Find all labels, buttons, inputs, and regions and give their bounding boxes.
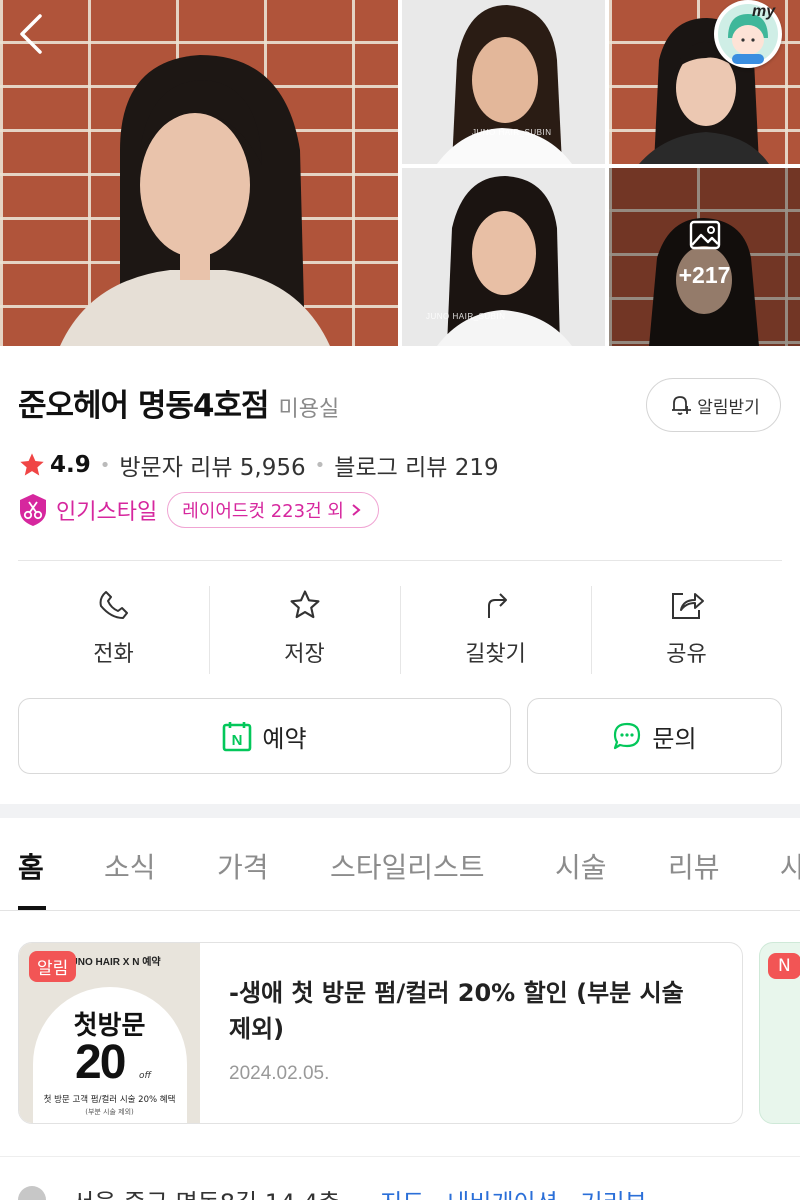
place-category: 미용실 bbox=[278, 397, 340, 422]
visitor-reviews-link[interactable]: 방문자 리뷰 5,956 bbox=[119, 448, 305, 482]
watermark: JUNO HAIR_SUBIN bbox=[426, 312, 506, 321]
share-button[interactable]: 공유 bbox=[591, 580, 782, 680]
popular-style-chip[interactable]: 레이어드컷 223건 외 bbox=[167, 492, 379, 528]
tab-price[interactable]: 가격 bbox=[217, 846, 269, 886]
tab-reviews[interactable]: 리뷰 bbox=[668, 846, 720, 886]
image-icon bbox=[689, 220, 720, 250]
title-row: 준오헤어 명동4호점 미용실 bbox=[18, 380, 339, 425]
portrait-illustration bbox=[437, 5, 572, 164]
divider bbox=[0, 1156, 800, 1157]
rating-value: 4.9 bbox=[50, 452, 91, 478]
chevron-left-icon bbox=[20, 14, 42, 54]
call-button[interactable]: 전화 bbox=[18, 580, 209, 680]
style-photo-1[interactable]: JUNO HAIR_SUBIN bbox=[402, 0, 605, 164]
notice-title: -생애 첫 방문 펌/컬러 20% 할인 (부분 시술 제외) bbox=[229, 979, 684, 1043]
chat-bubble-icon bbox=[614, 722, 641, 750]
tab-home[interactable]: 홈 bbox=[18, 846, 44, 886]
address-row: 서울 중구 명동8길 14 4층 지도 · 내비게이션 · 거리뷰 bbox=[18, 1180, 798, 1200]
alarm-button[interactable]: 알림받기 bbox=[646, 378, 781, 432]
avatar-icon: my bbox=[718, 3, 778, 64]
directions-icon bbox=[487, 593, 507, 618]
my-label: my bbox=[752, 3, 776, 20]
location-icon bbox=[18, 1186, 46, 1200]
tab-bar: 홈 소식 가격 스타일리스트 시술 리뷰 사 bbox=[0, 818, 800, 911]
notice-date: 2024.02.05. bbox=[229, 1063, 330, 1084]
more-photos-count: +217 bbox=[678, 262, 731, 288]
more-photos-label: +217 bbox=[609, 218, 800, 289]
tab-indicator bbox=[18, 906, 46, 910]
share-icon bbox=[671, 593, 704, 619]
separator-dot: • bbox=[314, 454, 326, 476]
inquiry-label: 문의 bbox=[652, 724, 697, 753]
notice-card-next[interactable]: N bbox=[759, 942, 800, 1124]
directions-label: 길찾기 bbox=[465, 642, 526, 667]
inquiry-button[interactable]: 문의 bbox=[527, 698, 782, 774]
action-bar: 전화 저장 길찾기 공유 bbox=[18, 580, 782, 680]
my-profile-button[interactable]: my bbox=[714, 0, 782, 68]
photo-gallery: JUNO HAIR_SUBIN JUNO HAIR_SUBIN +217 my bbox=[0, 0, 800, 346]
save-label: 저장 bbox=[284, 642, 325, 667]
thumb-brand: JUNO HAIR X N 예약 bbox=[65, 957, 161, 968]
notice-badge: N bbox=[768, 953, 800, 979]
scissors-badge-icon bbox=[20, 494, 46, 526]
directions-button[interactable]: 길찾기 bbox=[400, 580, 591, 680]
thumb-description: 첫 방문 고객 펌/컬러 시술 20% 혜택 bbox=[43, 1095, 176, 1105]
call-label: 전화 bbox=[93, 642, 134, 667]
naver-reservation-icon: N bbox=[223, 722, 252, 752]
reservation-icon-letter: N bbox=[232, 732, 243, 749]
address-text: 서울 중구 명동8길 14 4층 bbox=[72, 1183, 340, 1200]
main-photo[interactable] bbox=[0, 0, 398, 346]
stats-row: 4.9 • 방문자 리뷰 5,956 • 블로그 리뷰 219 bbox=[18, 448, 499, 482]
thumb-off: off bbox=[139, 1071, 152, 1081]
blog-reviews-link[interactable]: 블로그 리뷰 219 bbox=[334, 448, 498, 482]
alarm-label: 알림받기 bbox=[697, 397, 760, 418]
bell-plus-icon bbox=[672, 396, 692, 415]
tab-photos[interactable]: 사 bbox=[780, 846, 800, 886]
phone-icon bbox=[99, 591, 128, 619]
watermark: JUNO HAIR_SUBIN bbox=[472, 128, 552, 137]
style-photo-3[interactable]: JUNO HAIR_SUBIN bbox=[402, 168, 605, 346]
reserve-label: 예약 bbox=[262, 724, 307, 753]
place-name: 준오헤어 명동4호점 bbox=[18, 388, 270, 424]
divider bbox=[18, 560, 782, 561]
tab-procedures[interactable]: 시술 bbox=[555, 846, 607, 886]
thumb-subnote: (부분 시술 제외) bbox=[85, 1108, 134, 1116]
star-icon bbox=[20, 453, 44, 476]
tab-news[interactable]: 소식 bbox=[104, 846, 156, 886]
notice-badge: 알림 bbox=[29, 951, 77, 982]
more-photos[interactable]: +217 bbox=[609, 168, 800, 346]
popular-style-label: 인기스타일 bbox=[56, 500, 158, 525]
section-divider bbox=[0, 804, 800, 818]
reserve-button[interactable]: N 예약 bbox=[18, 698, 511, 774]
map-links[interactable]: 지도 · 내비게이션 · 거리뷰 bbox=[380, 1183, 647, 1200]
back-button[interactable] bbox=[12, 10, 52, 58]
portrait-illustration bbox=[60, 55, 330, 346]
tab-stylists[interactable]: 스타일리스트 bbox=[330, 846, 485, 886]
popular-style-chip-text: 레이어드컷 223건 외 bbox=[182, 501, 344, 522]
popular-style-row: 인기스타일 레이어드컷 223건 외 bbox=[18, 492, 379, 528]
separator-dot: • bbox=[99, 454, 111, 476]
thumb-discount: 20 bbox=[75, 1036, 126, 1089]
notice-thumbnail: JUNO HAIR X N 예약 첫방문 20 off 첫 방문 고객 펌/컬러… bbox=[19, 943, 200, 1123]
star-outline-icon bbox=[289, 590, 320, 619]
share-label: 공유 bbox=[666, 642, 707, 667]
notice-card[interactable]: JUNO HAIR X N 예약 첫방문 20 off 첫 방문 고객 펌/컬러… bbox=[18, 942, 743, 1124]
chevron-right-icon bbox=[352, 504, 361, 516]
save-button[interactable]: 저장 bbox=[209, 580, 400, 680]
